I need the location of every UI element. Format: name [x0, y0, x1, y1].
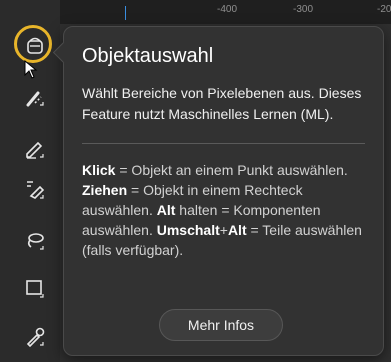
- rectangle-icon: [26, 280, 44, 298]
- more-info-button[interactable]: Mehr Infos: [159, 309, 283, 341]
- object-selection-tool[interactable]: [14, 25, 52, 63]
- shift-key: Umschalt: [156, 222, 220, 238]
- tool-tooltip: Objektauswahl Wählt Bereiche von Pixeleb…: [63, 26, 384, 356]
- tooltip-help-text: Klick = Objekt an einem Punkt auswählen.…: [82, 160, 365, 260]
- ruler-tick: -300: [293, 4, 314, 15]
- click-text: = Objekt an einem Punkt auswählen.: [115, 162, 348, 178]
- brush-remove-tool[interactable]: [18, 81, 52, 115]
- tool-strip: [0, 0, 60, 362]
- eraser-tool[interactable]: [18, 172, 52, 206]
- plus-sign: +: [219, 222, 228, 238]
- object-selection-icon: [27, 37, 43, 54]
- eyedropper-tool[interactable]: [18, 319, 52, 353]
- alt-key: Alt: [156, 202, 176, 218]
- tooltip-description: Wählt Bereiche von Pixelebenen aus. Dies…: [82, 85, 362, 122]
- horizontal-ruler: -400 -300 -20: [60, 0, 391, 25]
- eraser-icon: [27, 181, 45, 199]
- drag-key: Ziehen: [82, 182, 128, 198]
- alt-key-2: Alt: [227, 222, 247, 238]
- lasso-tool[interactable]: [18, 223, 52, 257]
- eyedropper-icon: [26, 327, 45, 347]
- click-key: Klick: [82, 162, 116, 178]
- brush-remove-icon: [26, 91, 44, 107]
- pencil-tool[interactable]: [18, 131, 52, 165]
- ruler-tick: -20: [377, 4, 391, 15]
- pencil-icon: [26, 141, 44, 159]
- ruler-position-marker: [125, 6, 126, 20]
- tooltip-divider: [82, 143, 365, 144]
- lasso-icon: [27, 233, 44, 250]
- rectangle-tool[interactable]: [18, 271, 52, 305]
- ruler-tick: -400: [217, 4, 238, 15]
- tooltip-title: Objektauswahl: [82, 45, 214, 67]
